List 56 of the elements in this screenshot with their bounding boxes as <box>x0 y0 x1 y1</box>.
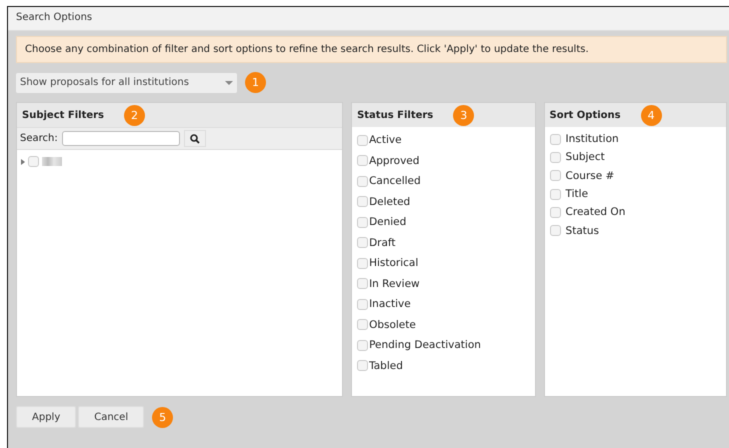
checkbox[interactable] <box>357 340 368 351</box>
checkbox[interactable] <box>550 206 561 218</box>
checkbox-label: Pending Deactivation <box>369 339 481 352</box>
checkbox[interactable] <box>550 188 561 200</box>
checkbox[interactable] <box>28 156 39 167</box>
checkbox-label: Obsolete <box>369 318 416 331</box>
step-badge: 3 <box>453 104 474 126</box>
panel-title: Sort Options <box>550 110 621 120</box>
checkbox-label: Inactive <box>369 298 411 310</box>
checkbox-label: In Review <box>369 278 420 290</box>
apply-button[interactable]: Apply <box>16 406 76 428</box>
panel-title: Status Filters <box>357 110 434 120</box>
checkbox-label: Approved <box>369 154 420 167</box>
checkbox-label: Deleted <box>369 196 410 208</box>
checkbox[interactable] <box>357 237 368 248</box>
search-label: Search: <box>20 133 58 144</box>
checkbox[interactable] <box>357 360 368 372</box>
checkbox[interactable] <box>357 258 368 269</box>
checkbox[interactable] <box>550 134 561 145</box>
search-icon <box>190 134 200 144</box>
checkbox[interactable] <box>550 225 561 236</box>
checkbox-label: Historical <box>369 257 418 270</box>
blurred-label <box>42 157 62 166</box>
caret-icon <box>225 80 233 84</box>
info-notice: Choose any combination of filter and sort options to refine the search results. Click 'Apply' to update the results. <box>16 36 727 63</box>
checkbox[interactable] <box>357 216 368 228</box>
checkbox-label: Status <box>566 224 599 237</box>
checkbox[interactable] <box>357 298 368 310</box>
scope-dropdown[interactable]: Show proposals for all institutions <box>16 72 237 92</box>
search-field[interactable] <box>62 131 180 146</box>
checkbox[interactable] <box>550 170 561 182</box>
checkbox[interactable] <box>357 155 368 166</box>
step-badge: 5 <box>152 406 174 428</box>
window-title: Search Options <box>8 7 729 31</box>
checkbox[interactable] <box>357 134 368 146</box>
checkbox[interactable] <box>550 152 561 163</box>
checkbox-label: Course # <box>566 170 614 182</box>
checkbox-label: Title <box>566 188 588 200</box>
checkbox-label: Draft <box>369 236 396 249</box>
checkbox[interactable] <box>357 319 368 330</box>
step-badge: 1 <box>245 72 266 93</box>
cancel-button[interactable]: Cancel <box>78 406 144 428</box>
checkbox-label: Institution <box>566 133 619 146</box>
panel-title: Subject Filters <box>22 110 104 120</box>
checkbox[interactable] <box>357 176 368 187</box>
checkbox-label: Active <box>369 134 402 146</box>
search-button[interactable] <box>184 130 206 147</box>
checkbox[interactable] <box>357 196 368 208</box>
checkbox-label: Tabled <box>369 360 403 372</box>
step-badge: 4 <box>640 104 662 126</box>
checkbox-label: Cancelled <box>369 175 421 188</box>
checkbox-label: Created On <box>566 206 626 218</box>
checkbox-label: Denied <box>369 216 406 228</box>
step-badge: 2 <box>124 104 146 126</box>
checkbox-label: Subject <box>566 151 605 164</box>
checkbox[interactable] <box>357 278 368 290</box>
